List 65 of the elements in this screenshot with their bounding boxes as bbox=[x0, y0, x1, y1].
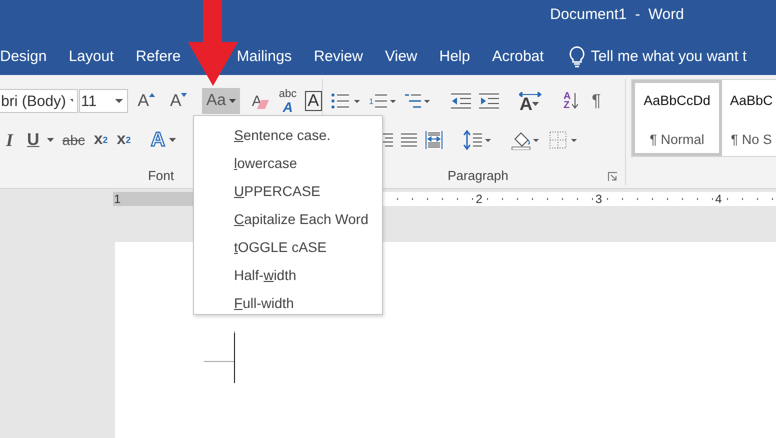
caret-icon bbox=[169, 138, 176, 142]
ribbon-tab[interactable]: Help bbox=[439, 48, 470, 65]
strikethrough-button[interactable]: abc bbox=[62, 132, 85, 148]
align-right-icon[interactable] bbox=[381, 133, 393, 147]
menu-item[interactable]: Half-width bbox=[194, 261, 382, 289]
down-arrow-icon bbox=[188, 0, 238, 86]
caret-icon bbox=[47, 138, 54, 142]
shrink-font-button[interactable]: A bbox=[170, 91, 192, 111]
caret-icon bbox=[114, 99, 123, 103]
font-name-field[interactable]: bri (Body) bbox=[0, 89, 78, 113]
style-gallery-item[interactable]: AaBbC ¶ No S bbox=[722, 80, 776, 156]
ribbon-tab[interactable]: Acrobat bbox=[492, 48, 544, 65]
ruler-number: 1 bbox=[113, 192, 122, 206]
justify-icon[interactable] bbox=[401, 133, 417, 147]
line-spacing-icon[interactable] bbox=[463, 130, 491, 150]
increase-indent-icon[interactable] bbox=[479, 93, 500, 109]
character-spacing-button[interactable]: A bbox=[519, 92, 552, 110]
window-title: Document1 - Word bbox=[550, 5, 684, 25]
ruler-number: 2 bbox=[474, 192, 484, 206]
style-name: ¶ Normal bbox=[650, 132, 704, 147]
sort-button[interactable]: A Z bbox=[563, 92, 578, 110]
character-border-button[interactable]: A bbox=[304, 91, 322, 111]
caret-icon bbox=[70, 99, 73, 103]
menu-item[interactable]: lowercase bbox=[194, 149, 382, 177]
ruler-number: 3 bbox=[594, 192, 604, 206]
grow-font-button[interactable]: A bbox=[138, 91, 160, 111]
tell-me-search[interactable]: Tell me what you want t bbox=[568, 46, 747, 68]
lightbulb-icon bbox=[568, 46, 585, 68]
show-formatting-marks-button[interactable]: ¶ bbox=[592, 91, 601, 111]
ribbon-tab[interactable]: Layout bbox=[68, 48, 114, 65]
style-gallery-item[interactable]: AaBbCcDd ¶ Normal bbox=[632, 80, 722, 156]
font-size-field[interactable]: 11 bbox=[79, 89, 128, 113]
down-triangle-icon bbox=[181, 93, 188, 97]
borders-icon[interactable] bbox=[549, 131, 579, 149]
change-case-button[interactable]: Aa bbox=[202, 88, 240, 114]
paint-bucket-icon[interactable] bbox=[511, 130, 541, 150]
phonetic-guide-button[interactable]: abc A bbox=[278, 88, 297, 114]
numbered-list-button[interactable]: 1 bbox=[369, 92, 398, 110]
distributed-align-icon[interactable] bbox=[425, 131, 443, 149]
multilevel-list-icon[interactable] bbox=[405, 92, 432, 110]
text-cursor bbox=[234, 333, 235, 383]
ribbon-tab[interactable]: Design bbox=[0, 48, 47, 65]
ribbon-tab[interactable]: View bbox=[385, 48, 418, 65]
underline-button[interactable]: U bbox=[27, 130, 54, 150]
group-label: Paragraph bbox=[448, 168, 508, 183]
style-sample: AaBbCcDd bbox=[644, 93, 710, 108]
caret-icon bbox=[532, 102, 540, 106]
decrease-indent-icon[interactable] bbox=[451, 93, 472, 109]
menu-item[interactable]: tOGGLE cASE bbox=[194, 233, 382, 261]
up-triangle-icon bbox=[148, 93, 155, 97]
bullet-list-icon[interactable] bbox=[331, 92, 361, 110]
dialog-launcher-icon[interactable] bbox=[608, 172, 617, 181]
style-name: ¶ No S bbox=[730, 132, 772, 147]
menu-item[interactable]: Sentence case. bbox=[194, 121, 382, 149]
ribbon-tab[interactable]: Review bbox=[314, 48, 363, 65]
group-label: Font bbox=[148, 168, 174, 183]
ruler-number: 4 bbox=[714, 192, 723, 206]
ribbon-tab[interactable]: Mailings bbox=[236, 48, 292, 65]
italic-button[interactable]: I bbox=[6, 130, 14, 150]
style-sample: AaBbC bbox=[730, 93, 773, 108]
menu-item[interactable]: Full-width bbox=[194, 289, 382, 317]
caret-icon bbox=[228, 99, 236, 103]
menu-item[interactable]: UPPERCASE bbox=[194, 177, 382, 205]
menu-item[interactable]: Capitalize Each Word bbox=[194, 205, 382, 233]
ribbon-tab[interactable]: Refere bbox=[136, 48, 181, 65]
